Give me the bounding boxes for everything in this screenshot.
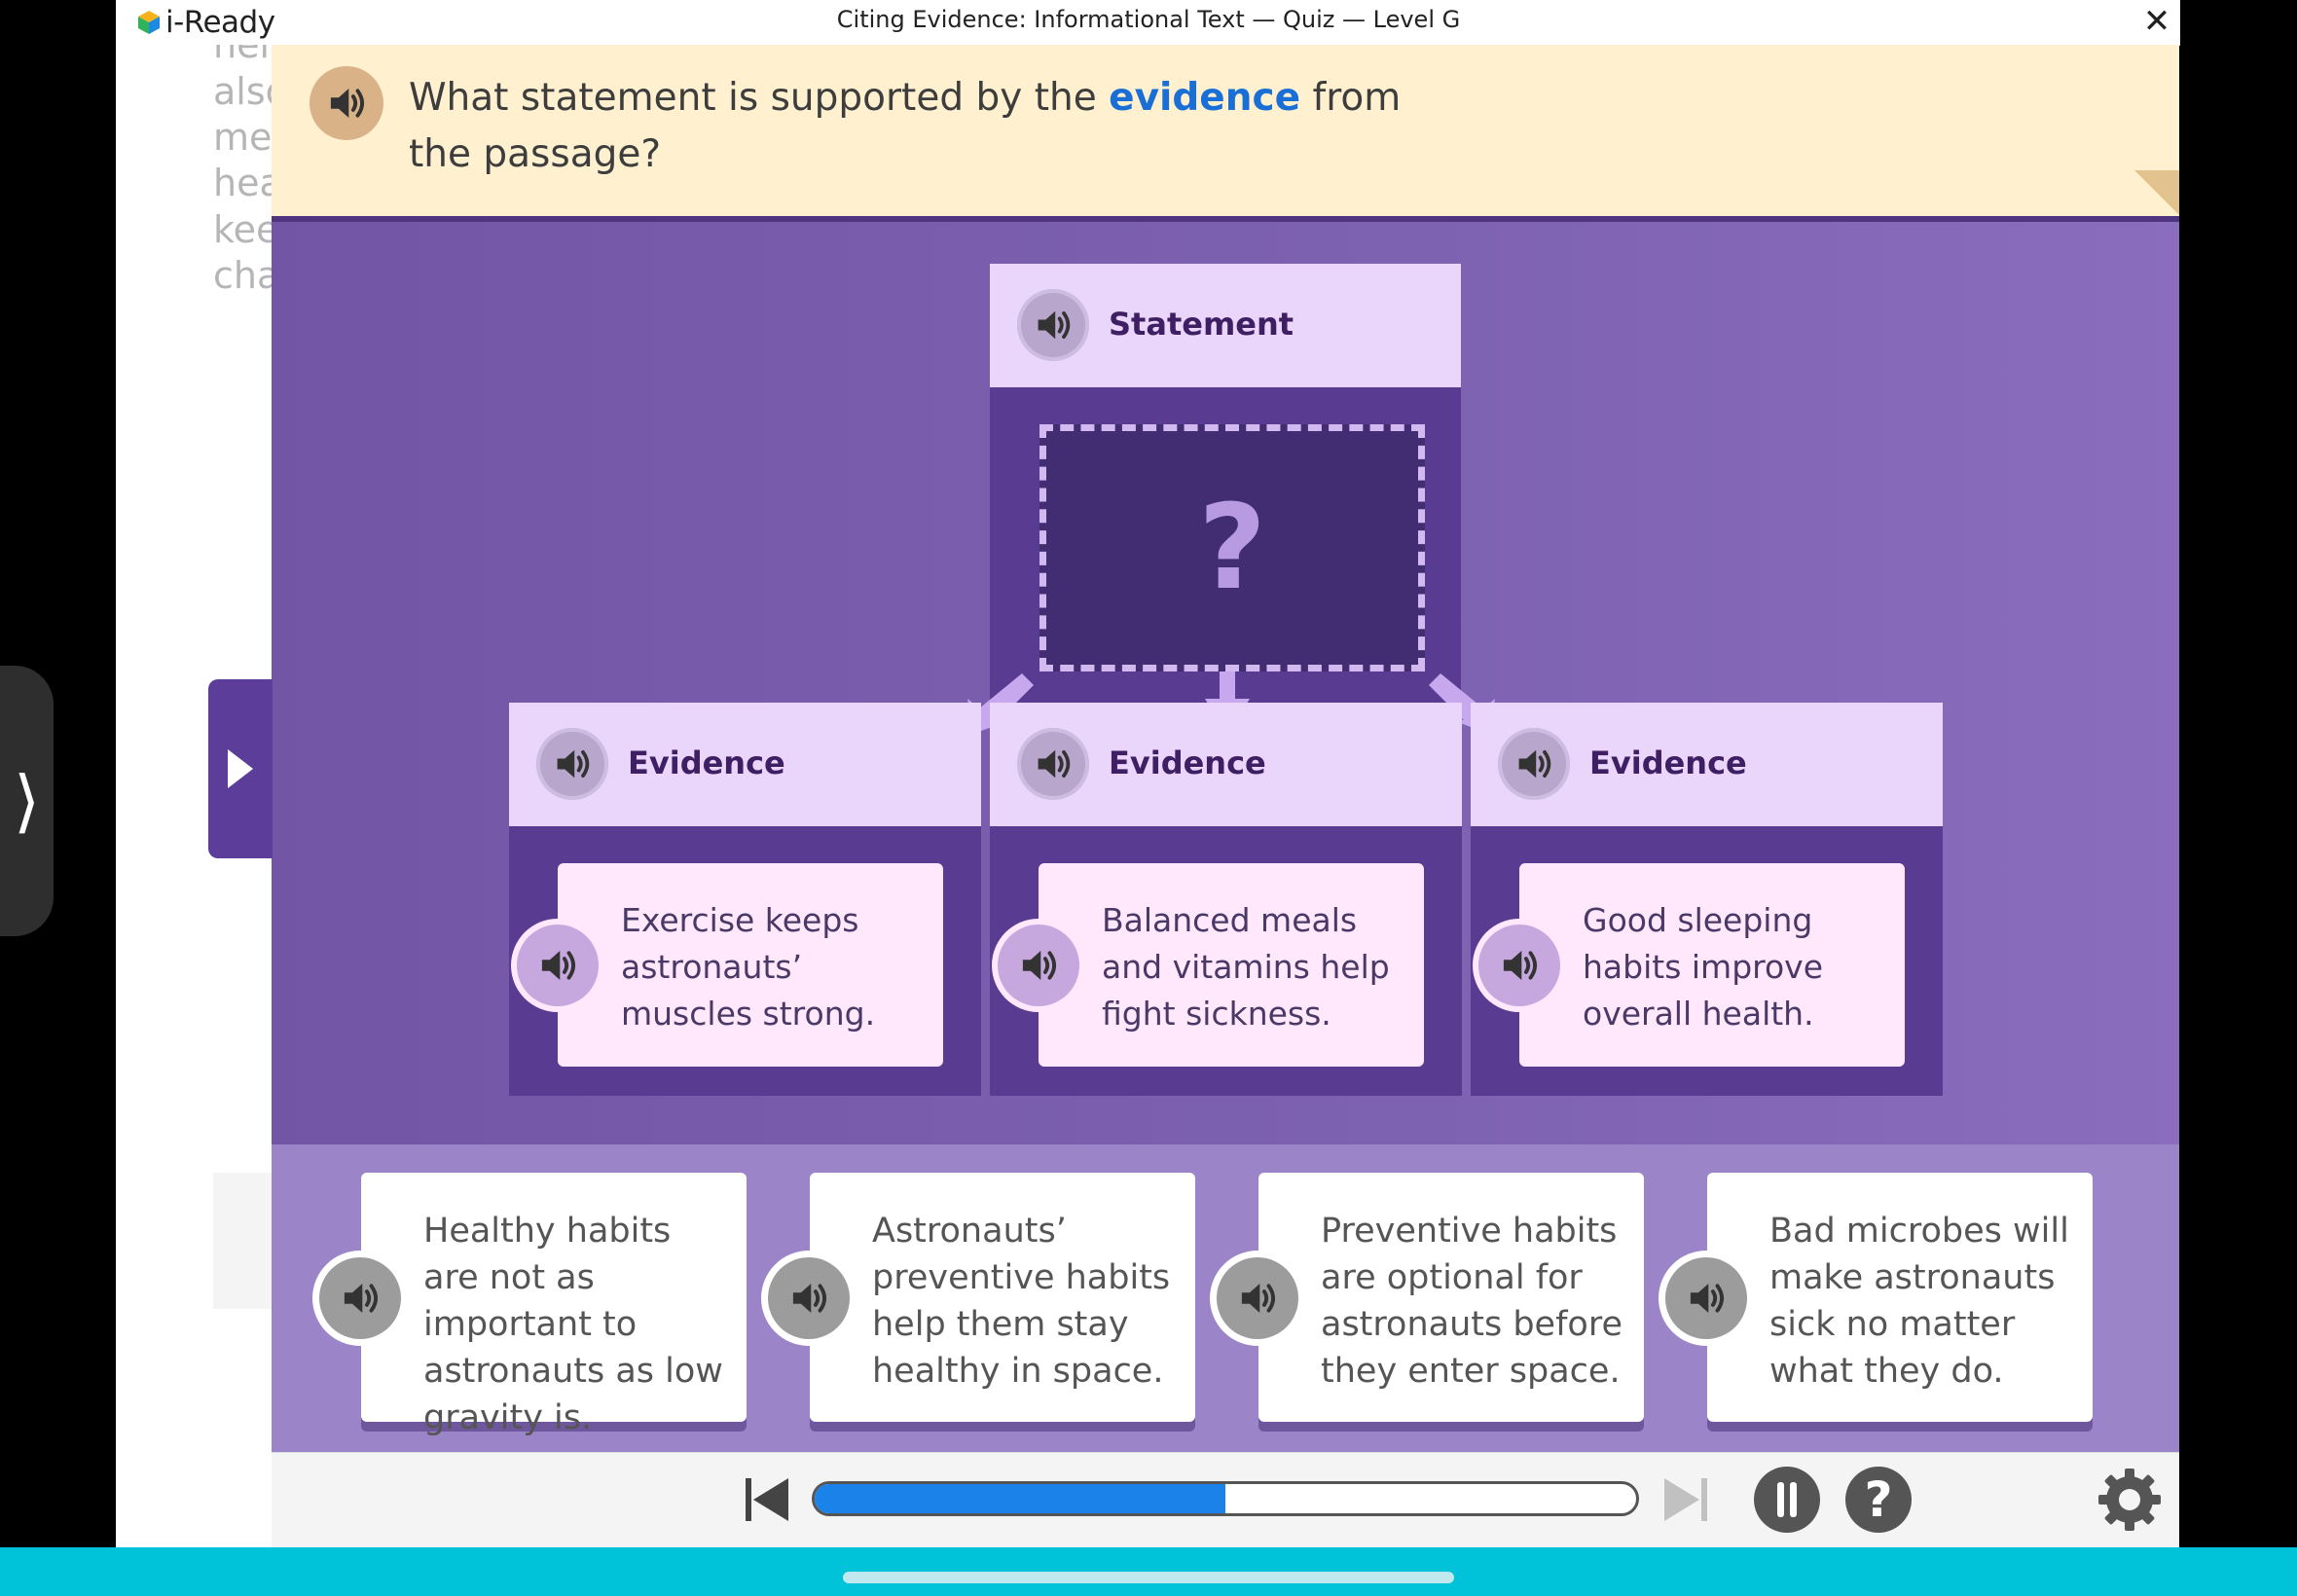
passage-line: me xyxy=(213,116,272,159)
evidence-label: Evidence xyxy=(1589,744,1747,781)
progress-fill xyxy=(815,1484,1225,1513)
statement-label: Statement xyxy=(1109,306,1294,343)
pause-icon[interactable] xyxy=(1754,1467,1820,1533)
statement-header: Statement xyxy=(990,264,1461,387)
evidence-label: Evidence xyxy=(1109,744,1266,781)
evidence-header: Evidence xyxy=(1471,703,1943,826)
question-text-part: What statement is supported by the xyxy=(409,76,1110,120)
evidence-speaker-icon[interactable] xyxy=(536,728,608,800)
evidence-card-speaker-icon[interactable] xyxy=(517,925,599,1006)
passage-shade xyxy=(213,1173,272,1309)
evidence-card-speaker-icon[interactable] xyxy=(1478,925,1560,1006)
passage-toggle-button[interactable] xyxy=(208,679,273,858)
progress-bar xyxy=(812,1481,1639,1516)
side-drawer-handle[interactable]: ⟩ xyxy=(0,666,54,936)
statement-speaker-icon[interactable] xyxy=(1017,289,1089,361)
passage-line: kee xyxy=(213,208,272,251)
passage-line: also xyxy=(213,70,272,113)
question-text: What statement is supported by the evide… xyxy=(409,70,1440,183)
answer-choice[interactable]: Preventive habits are optional for astro… xyxy=(1258,1173,1644,1422)
evidence-card-speaker-icon[interactable] xyxy=(998,925,1079,1006)
evidence-speaker-icon[interactable] xyxy=(1498,728,1570,800)
evidence-card: Good sleeping habits improve overall hea… xyxy=(1519,863,1905,1067)
answer-choice[interactable]: Astronauts’ preventive habits help them … xyxy=(810,1173,1195,1422)
evidence-keyword[interactable]: evidence xyxy=(1109,76,1300,120)
question-mark: ? xyxy=(1198,480,1266,616)
evidence-label: Evidence xyxy=(628,744,785,781)
gear-icon[interactable] xyxy=(2097,1468,2162,1532)
banner-fold xyxy=(2134,170,2179,215)
answer-choice[interactable]: Bad microbes will make astronauts sick n… xyxy=(1707,1173,2093,1422)
answer-speaker-icon[interactable] xyxy=(1665,1257,1747,1339)
skip-forward-icon xyxy=(1660,1474,1711,1525)
evidence-header: Evidence xyxy=(509,703,981,826)
home-indicator[interactable] xyxy=(843,1572,1454,1583)
close-icon[interactable]: ✕ xyxy=(2137,2,2176,41)
question-speaker-icon[interactable] xyxy=(310,66,383,140)
chevron-right-icon: ⟩ xyxy=(13,761,41,841)
logo-text: i-Ready xyxy=(165,5,275,40)
passage-line: hea xyxy=(213,162,272,204)
skip-back-icon[interactable] xyxy=(742,1474,792,1525)
evidence-card: Exercise keeps astronauts’ muscles stron… xyxy=(558,863,943,1067)
cube-logo-icon xyxy=(136,10,162,35)
iready-logo: i-Ready xyxy=(136,5,275,40)
evidence-header: Evidence xyxy=(990,703,1462,826)
evidence-speaker-icon[interactable] xyxy=(1017,728,1089,800)
statement-drop-zone[interactable]: ? xyxy=(1039,424,1425,671)
evidence-card: Balanced meals and vitamins help fight s… xyxy=(1039,863,1424,1067)
title-bar xyxy=(116,0,2180,46)
answer-choice[interactable]: Healthy habits are not as important to a… xyxy=(361,1173,747,1437)
play-triangle-icon xyxy=(228,749,253,788)
passage-line: cha xyxy=(213,254,272,297)
answer-speaker-icon[interactable] xyxy=(1217,1257,1298,1339)
answer-speaker-icon[interactable] xyxy=(319,1257,401,1339)
passage-line: hel xyxy=(213,45,271,66)
answer-speaker-icon[interactable] xyxy=(768,1257,850,1339)
help-icon[interactable]: ? xyxy=(1845,1467,1912,1533)
